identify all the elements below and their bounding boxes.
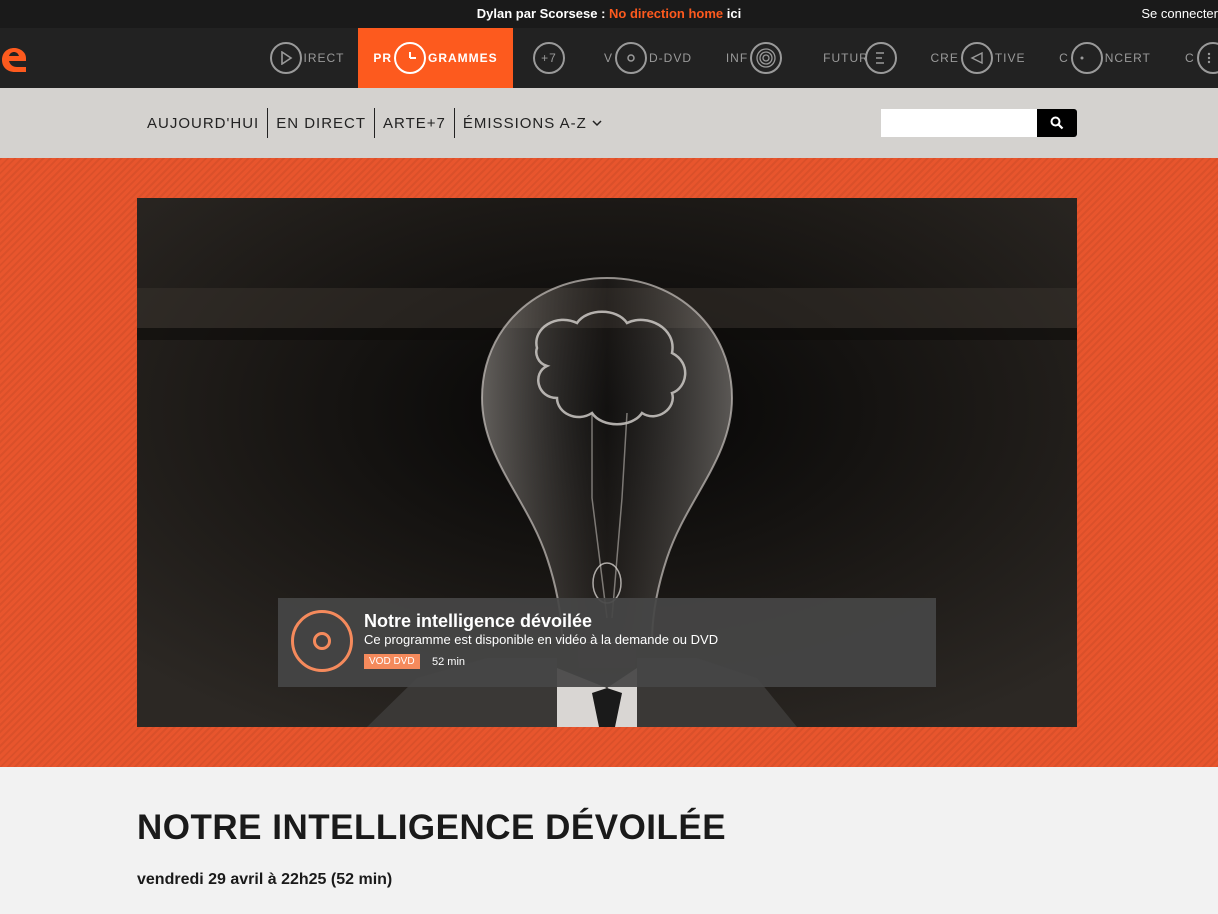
nav-creative[interactable]: CRE TIVE	[930, 28, 1026, 88]
search-button[interactable]	[1037, 109, 1077, 137]
concert-icon	[1070, 42, 1103, 74]
subnav-aujourdhui[interactable]: AUJOURD'HUI	[140, 108, 267, 138]
air-time: vendredi 29 avril à 22h25 (52 min)	[137, 871, 393, 888]
nav-vod-label-pre: V	[603, 51, 613, 65]
search-icon	[1050, 116, 1064, 130]
overlay-subtitle: Ce programme est disponible en vidéo à l…	[364, 632, 719, 647]
subnav-arte7[interactable]: ARTE+7	[374, 108, 454, 138]
nav-vod-dvd[interactable]: V D-DVD	[598, 28, 698, 88]
nav-programmes-label-pre: PR	[373, 51, 392, 65]
subnav-emissions-az[interactable]: ÉMISSIONS A-Z	[453, 108, 611, 138]
overlay-title: Notre intelligence dévoilée	[364, 611, 593, 631]
nav-concert-label-pre: C	[1059, 51, 1069, 65]
main-nav: IRECT PR GRAMMES +7 V D-DVD INF FUTUR CR…	[0, 28, 1218, 88]
program-info-overlay[interactable]: Notre intelligence dévoilée Ce programme…	[278, 598, 936, 687]
vod-disc-icon[interactable]	[291, 610, 353, 672]
hero-section: Notre intelligence dévoilée Ce programme…	[0, 158, 1218, 767]
search-input[interactable]	[881, 109, 1037, 137]
promo-suffix[interactable]: ici	[723, 6, 741, 21]
page-title: NOTRE INTELLIGENCE DÉVOILÉE	[137, 808, 727, 847]
arte-logo[interactable]	[0, 42, 30, 74]
subnav-en-direct[interactable]: EN DIRECT	[267, 108, 374, 138]
overlay-duration: 52 min	[432, 656, 466, 668]
promo-link[interactable]: No direction home	[609, 6, 723, 21]
nav-future[interactable]: FUTUR	[818, 28, 904, 88]
nav-direct[interactable]: IRECT	[258, 28, 354, 88]
login-link[interactable]: Se connecter	[1141, 6, 1218, 21]
vod-badge: VOD DVD	[364, 654, 420, 669]
subnav-emissions-label: ÉMISSIONS A-Z	[462, 114, 587, 132]
chevron-down-icon	[592, 120, 602, 127]
future-icon	[864, 42, 897, 74]
nav-info-label: INF	[725, 51, 749, 65]
top-bar: Dylan par Scorsese : No direction home i…	[0, 0, 1218, 28]
nav-programmes[interactable]: PR GRAMMES	[358, 28, 513, 88]
nav-creative-label-post: TIVE	[994, 51, 1026, 65]
nav-programmes-label-post: GRAMMES	[428, 51, 498, 65]
nav-concert[interactable]: C NCERT	[1055, 28, 1155, 88]
radar-icon	[750, 42, 783, 74]
video-player[interactable]: Notre intelligence dévoilée Ce programme…	[137, 198, 1077, 727]
plus7-icon: +7	[533, 42, 565, 74]
nav-plus7[interactable]: +7	[527, 28, 571, 88]
more-icon	[1196, 42, 1218, 74]
vod-disc-inner	[313, 632, 331, 650]
promo-prefix: Dylan par Scorsese :	[476, 6, 610, 21]
promo-banner: Dylan par Scorsese : No direction home i…	[0, 6, 1218, 21]
plus7-label: +7	[541, 51, 557, 65]
disc-icon	[615, 42, 647, 74]
creative-icon	[960, 42, 993, 74]
nav-concert-label-post: NCERT	[1104, 51, 1151, 65]
clock-icon	[394, 42, 426, 74]
nav-direct-label: IRECT	[303, 51, 345, 65]
play-icon	[269, 42, 302, 74]
nav-more[interactable]: C	[1185, 28, 1218, 88]
nav-info[interactable]: INF	[722, 28, 788, 88]
nav-creative-label-pre: CRE	[930, 51, 959, 65]
nav-more-label: C	[1185, 51, 1195, 65]
nav-vod-label-post: D-DVD	[649, 51, 692, 65]
sub-nav-links: AUJOURD'HUI EN DIRECT ARTE+7 ÉMISSIONS A…	[140, 108, 611, 138]
nav-future-label: FUTUR	[823, 51, 869, 65]
